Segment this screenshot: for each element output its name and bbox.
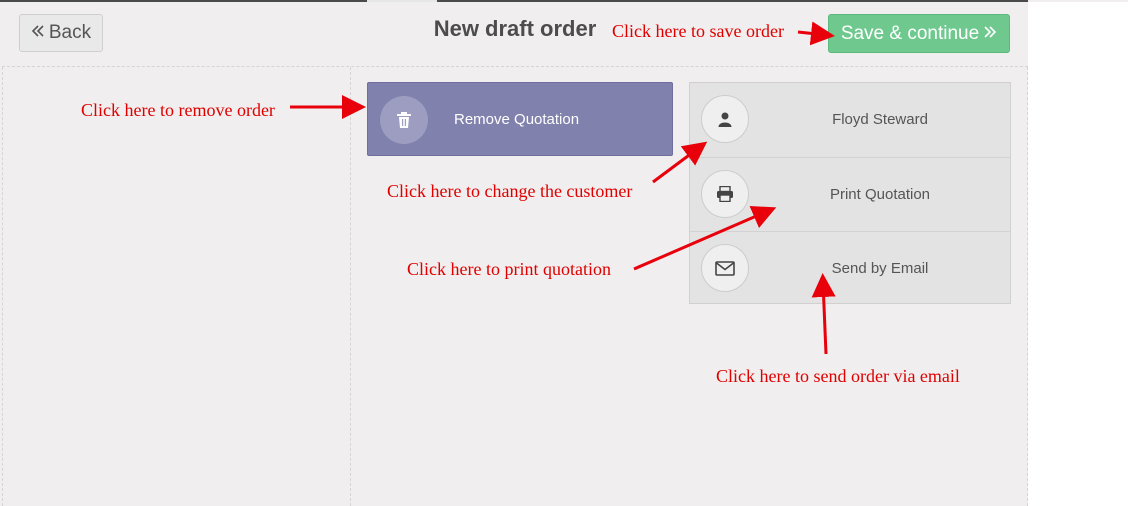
arrow-email bbox=[811, 273, 836, 355]
annotation-arrows bbox=[290, 21, 836, 355]
arrow-customer bbox=[652, 141, 708, 184]
arrow-save bbox=[797, 21, 835, 46]
arrow-print bbox=[633, 205, 777, 271]
